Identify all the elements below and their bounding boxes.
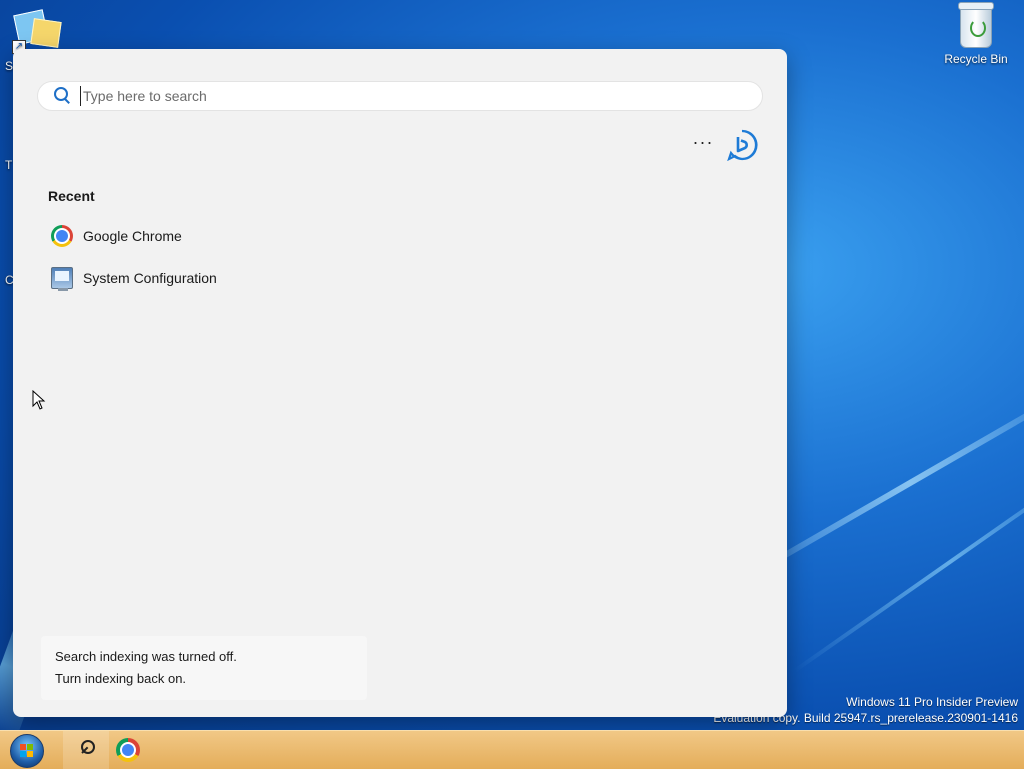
taskbar (0, 730, 1024, 769)
taskbar-chrome-button[interactable] (116, 738, 140, 762)
recent-item-google-chrome[interactable]: Google Chrome (47, 221, 267, 251)
watermark-line-1: Windows 11 Pro Insider Preview (846, 695, 1018, 709)
mouse-pointer-icon (32, 390, 46, 410)
turn-indexing-on-link[interactable]: Turn indexing back on. (55, 671, 186, 686)
bing-icon (727, 129, 758, 162)
recent-item-system-configuration[interactable]: System Configuration (47, 263, 267, 293)
desktop-shortcut-label: S (5, 59, 14, 73)
chrome-icon (51, 225, 73, 247)
search-panel: ··· Recent Google Chrome System Configur… (13, 49, 787, 717)
search-input[interactable] (80, 86, 725, 106)
more-options-button[interactable]: ··· (689, 133, 717, 157)
recent-item-label: Google Chrome (83, 228, 182, 244)
search-icon (52, 85, 74, 107)
recent-item-label: System Configuration (83, 270, 217, 286)
wallpaper-streak (793, 451, 1024, 673)
taskbar-search-button[interactable] (72, 737, 100, 763)
recycle-bin-icon (958, 2, 994, 48)
bing-chat-button[interactable] (726, 129, 758, 162)
windows-logo-icon (10, 734, 44, 768)
recycle-bin[interactable]: Recycle Bin (940, 2, 1012, 66)
search-box[interactable] (37, 81, 763, 111)
system-configuration-icon (51, 267, 73, 291)
recycle-bin-label: Recycle Bin (944, 52, 1008, 66)
indexing-notice-text: Search indexing was turned off. (55, 649, 237, 664)
indexing-notice-card: Search indexing was turned off. Turn ind… (41, 636, 367, 700)
desktop-edge-label: T (5, 158, 13, 172)
recent-heading: Recent (48, 188, 95, 204)
start-button[interactable] (4, 732, 48, 768)
